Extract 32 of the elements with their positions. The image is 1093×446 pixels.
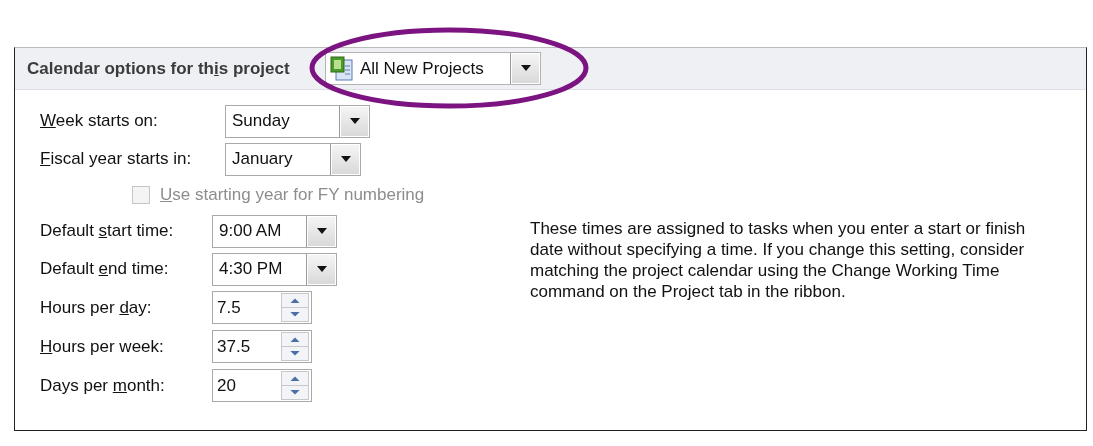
caret-icon bbox=[315, 227, 328, 235]
field-label: Fiscal year starts in: bbox=[40, 148, 193, 171]
caret-icon bbox=[339, 155, 352, 163]
dropdown-button[interactable] bbox=[510, 53, 540, 84]
dropdown-field[interactable]: 4:30 PM bbox=[212, 252, 337, 286]
caret-icon bbox=[519, 65, 532, 72]
spin-arrows-icon bbox=[281, 371, 309, 400]
field-label: Hours per week: bbox=[40, 335, 165, 358]
dropdown-field[interactable]: January bbox=[225, 142, 361, 176]
section-title: Calendar options for this project bbox=[27, 57, 291, 80]
spin-arrows-icon bbox=[281, 293, 309, 322]
field-label: Week starts on: bbox=[40, 110, 159, 133]
description-text: These times are assigned to tasks when you enter a start or finish date without specifying a time. If you change this setting, consider matching the project calendar using the Change Working Time command on the Project tab in the ribbon. bbox=[530, 218, 1027, 303]
field-label: Days per month: bbox=[40, 374, 166, 397]
field-label: Default end time: bbox=[40, 258, 170, 281]
project-file-icon bbox=[330, 55, 354, 82]
field-label: Default start time: bbox=[40, 220, 175, 243]
caret-icon bbox=[348, 117, 361, 125]
spin-field[interactable]: 20 bbox=[212, 369, 312, 402]
dropdown-button[interactable] bbox=[330, 143, 360, 175]
checkbox-label: Use starting year for FY numbering bbox=[160, 184, 425, 207]
project-scope-dropdown[interactable]: All New Projects bbox=[325, 52, 541, 85]
spin-arrows-icon bbox=[281, 332, 309, 361]
spin-field[interactable]: 37.5 bbox=[212, 330, 312, 363]
dropdown-button[interactable] bbox=[339, 105, 369, 137]
field-label: Hours per day: bbox=[40, 296, 153, 319]
dropdown-button[interactable] bbox=[306, 215, 336, 247]
dropdown-field[interactable]: 9:00 AM bbox=[212, 214, 337, 248]
dropdown-field[interactable]: Sunday bbox=[225, 104, 370, 138]
caret-icon bbox=[315, 265, 328, 273]
dropdown-button[interactable] bbox=[306, 253, 336, 285]
spin-field[interactable]: 7.5 bbox=[212, 291, 312, 324]
